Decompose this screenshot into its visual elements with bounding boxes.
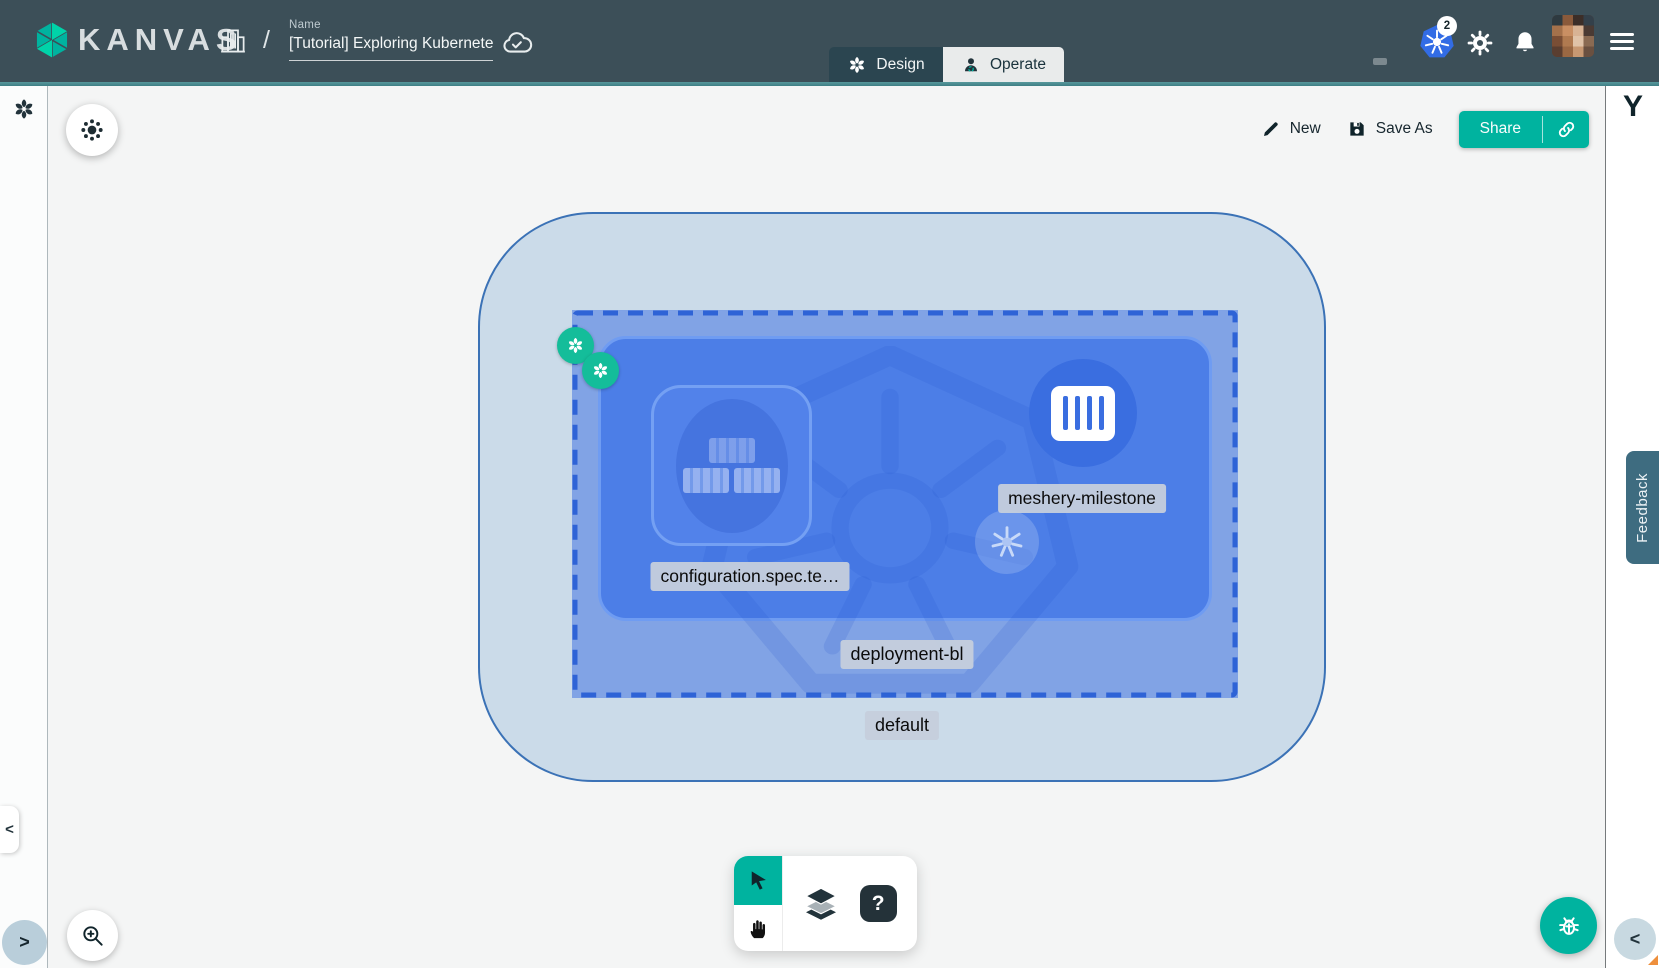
context-count-badge: 2 (1437, 16, 1457, 36)
node-configuration[interactable] (651, 385, 812, 546)
avatar-pixelated-photo (1552, 15, 1594, 57)
bug-icon (1555, 912, 1583, 940)
chevron-right-icon: > (19, 932, 30, 953)
chevron-left-icon: < (5, 821, 14, 838)
zoom-in-button[interactable] (67, 910, 118, 961)
tooltip-remnant-mark (1373, 58, 1387, 65)
name-field-label: Name (289, 19, 493, 31)
copy-link-button[interactable] (1543, 111, 1589, 148)
save-icon (1347, 119, 1367, 139)
magnifier-plus-icon (80, 923, 106, 949)
cursor-arrow-icon (746, 868, 771, 893)
cloud-sync-icon[interactable] (500, 28, 534, 56)
help-glyph: ? (872, 892, 885, 916)
notifications-bell-icon[interactable] (1511, 29, 1539, 57)
kanvas-logo-icon (33, 21, 71, 59)
tab-operate[interactable]: Operate (943, 47, 1064, 82)
dock-wheel-icon (79, 117, 105, 143)
hamburger-menu-icon[interactable] (1610, 33, 1634, 50)
container-icon (1051, 386, 1115, 441)
meshery-badge-icon[interactable] (582, 352, 619, 389)
tab-design[interactable]: Design (829, 47, 943, 82)
kubernetes-helm-badge (975, 510, 1039, 574)
kubernetes-context-switcher[interactable]: 2 (1419, 24, 1455, 60)
node-meshery-milestone[interactable] (1029, 359, 1137, 467)
user-avatar[interactable] (1552, 15, 1594, 57)
design-swirl-icon (847, 55, 867, 75)
settings-gear-icon[interactable] (1466, 29, 1494, 57)
header-accent-line (0, 82, 1659, 86)
hand-icon (747, 917, 770, 940)
collapse-panel-handle[interactable]: < (0, 806, 19, 853)
feedback-tab[interactable]: Feedback (1626, 451, 1659, 564)
select-tool-button[interactable] (734, 856, 782, 905)
node-label-milestone[interactable]: meshery-milestone (998, 484, 1166, 513)
expand-sidebar-button[interactable]: > (2, 920, 47, 965)
layers-button[interactable] (803, 886, 839, 922)
help-button[interactable]: ? (860, 885, 897, 922)
pan-tool-button[interactable] (734, 905, 782, 951)
save-as-button[interactable]: Save As (1347, 119, 1433, 139)
canvas-toolbar: ? (734, 856, 917, 951)
resize-corner-mark (1648, 955, 1658, 965)
share-button[interactable]: Share (1459, 111, 1542, 148)
node-label-configuration[interactable]: configuration.spec.te… (651, 562, 850, 591)
feedback-label: Feedback (1634, 473, 1651, 543)
share-button-group: Share (1459, 111, 1589, 148)
design-name-input[interactable] (289, 33, 493, 61)
containers-icon (683, 438, 780, 493)
organization-building-icon[interactable] (218, 26, 248, 56)
collapse-right-rail-button[interactable]: < (1614, 918, 1656, 960)
chevron-left-icon: < (1630, 929, 1641, 950)
node-label-default-namespace[interactable]: default (865, 711, 939, 740)
canvas-actions: New Save As Share (1261, 110, 1589, 148)
layer5-panel-icon[interactable]: Y (1606, 90, 1659, 124)
node-label-deployment[interactable]: deployment-bl (840, 640, 973, 669)
design-name-field: Name (289, 19, 493, 61)
save-as-label: Save As (1376, 120, 1433, 138)
mode-toggle: Design Operate (829, 47, 1064, 82)
meshery-rail-icon[interactable] (12, 97, 36, 121)
breadcrumb-separator: / (263, 26, 270, 55)
components-dock-button[interactable] (66, 104, 118, 156)
link-icon (1556, 119, 1577, 140)
new-label: New (1290, 120, 1321, 138)
operate-tab-label: Operate (990, 56, 1046, 74)
operate-person-icon (961, 55, 981, 75)
pencil-icon (1261, 119, 1281, 139)
bug-report-button[interactable] (1540, 897, 1597, 954)
new-button[interactable]: New (1261, 119, 1321, 139)
design-tab-label: Design (876, 56, 924, 74)
